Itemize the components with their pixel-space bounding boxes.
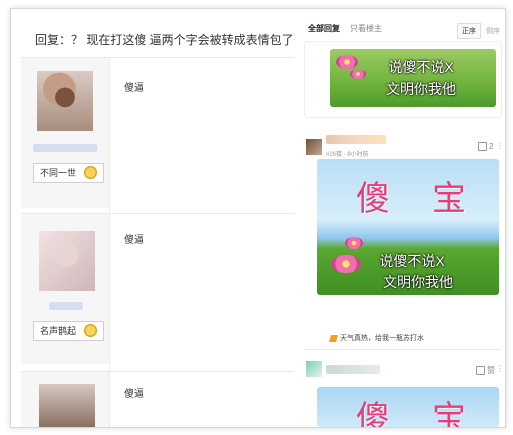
thumb-up-icon: [478, 142, 487, 152]
username[interactable]: [326, 365, 380, 374]
user-title-badge: 名声鹊起: [33, 321, 105, 341]
post-comment: 天气真热，给我一瓶苏打水: [329, 333, 424, 343]
meme-image[interactable]: 说傻不说X 文明你我他: [330, 49, 496, 107]
tab-all-replies[interactable]: 全部回复: [308, 24, 340, 33]
meme-image[interactable]: 傻宝: [317, 387, 499, 427]
meme-line1: 说傻不说X: [379, 253, 445, 269]
left-thread-panel: 回复：？ 现在打这傻 逼两个字会被转成表情包了？ 不同一世 傻逼 名声鹊起 傻逼…: [11, 9, 306, 427]
divider: [304, 349, 500, 350]
medal-icon: [84, 166, 98, 180]
column-divider: [109, 57, 110, 427]
reply-tabs: 全部回复 只看楼主: [308, 23, 382, 34]
medal-icon: [84, 324, 98, 338]
meme-line1: 说傻不说X: [388, 59, 454, 75]
meme-big-text: 傻宝: [356, 399, 499, 427]
username[interactable]: [49, 302, 83, 310]
reply-text: 傻逼: [124, 235, 144, 246]
meme-image[interactable]: 傻宝 说傻不说X 文明你我他: [317, 159, 499, 295]
thread-title: 回复：？ 现在打这傻 逼两个字会被转成表情包了？: [35, 33, 306, 47]
tab-op-only[interactable]: 只看楼主: [350, 24, 382, 33]
lightning-icon: [329, 334, 338, 342]
username[interactable]: [33, 144, 97, 152]
right-reply-panel: 全部回复 只看楼主 正序 倒序 说傻不说X 文明你我他 #26楼 · 8小时前 2 …: [294, 9, 505, 427]
avatar[interactable]: [37, 71, 93, 131]
comment-text: 天气真热，给我一瓶苏打水: [340, 335, 424, 342]
thumb-up-icon: [476, 366, 485, 376]
sort-desc-button[interactable]: 倒序: [481, 24, 505, 38]
like-label: 赞: [487, 366, 495, 375]
post-meta: #26楼 · 8小时前: [326, 152, 369, 158]
meme-big-text: 傻宝: [356, 179, 499, 219]
badge-label: 不同一世: [40, 168, 77, 178]
avatar[interactable]: [306, 361, 322, 377]
meme-line2: 文明你我他: [383, 274, 453, 290]
more-icon[interactable]: ⋮: [496, 364, 504, 373]
reply-text: 傻逼: [124, 83, 144, 94]
like-button[interactable]: 赞: [476, 365, 495, 376]
avatar[interactable]: [306, 139, 322, 155]
username[interactable]: [326, 135, 386, 144]
sort-toggle: 正序 倒序: [457, 23, 505, 39]
flower-decoration: [345, 237, 363, 249]
avatar[interactable]: [39, 384, 95, 427]
more-icon[interactable]: ⋮: [496, 141, 504, 150]
badge-label: 名声鹊起: [40, 326, 77, 336]
like-count: 2: [489, 142, 494, 151]
meme-line2: 文明你我他: [386, 81, 456, 97]
reply-text: 傻逼: [124, 389, 144, 400]
sort-asc-button[interactable]: 正序: [457, 23, 481, 39]
screenshot-frame: 回复：？ 现在打这傻 逼两个字会被转成表情包了？ 不同一世 傻逼 名声鹊起 傻逼…: [10, 8, 506, 428]
user-title-badge: 不同一世: [33, 163, 105, 183]
like-button[interactable]: 2: [478, 142, 494, 152]
avatar[interactable]: [39, 231, 95, 291]
